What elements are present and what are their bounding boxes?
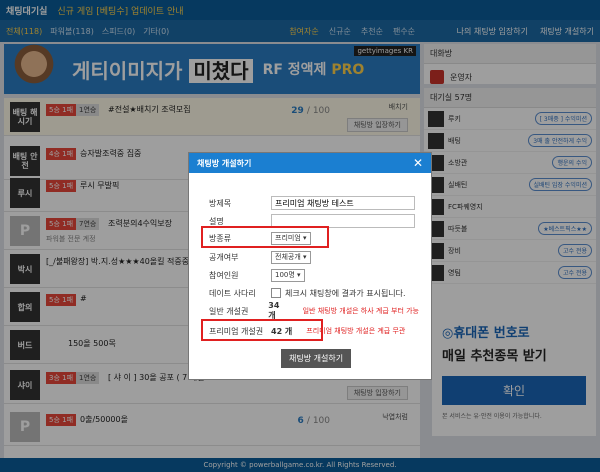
create-room-button[interactable]: 채팅방 개설하기 — [281, 349, 352, 368]
visibility-row: 공개여부 전체공개 ▾ — [209, 249, 419, 265]
normal-ticket-label: 일반 개설권 — [209, 306, 249, 316]
max-users-row: 참여인원 100명 ▾ — [209, 267, 419, 283]
visibility-label: 공개여부 — [209, 252, 239, 262]
dialog-header: 채팅방 개설하기 ✕ — [189, 153, 431, 173]
create-room-dialog: 채팅방 개설하기 ✕ 방제목 설명 방종류 프리미엄 ▾ 공개여부 전체공개 ▾… — [188, 152, 432, 380]
room-name-input[interactable] — [271, 196, 415, 210]
visibility-select[interactable]: 전체공개 ▾ — [271, 250, 311, 264]
normal-ticket-row: 일반 개설권 34 개 일반 채팅방 개설은 하사 계급 부터 가능 — [209, 301, 419, 320]
normal-ticket-warning: 일반 채팅방 개설은 하사 계급 부터 가능 — [302, 307, 419, 315]
dialog-title: 채팅방 개설하기 — [197, 158, 252, 168]
max-users-select[interactable]: 100명 ▾ — [271, 268, 305, 282]
max-users-label: 참여인원 — [209, 270, 239, 280]
ladder-row: 데이트 사다리 체크시 채팅창에 결과가 표시됩니다. — [209, 285, 419, 301]
normal-ticket-count: 34 개 — [268, 301, 280, 320]
room-name-row: 방제목 — [209, 195, 419, 211]
ladder-checkbox[interactable] — [271, 288, 281, 298]
highlight-room-type — [201, 226, 329, 248]
ladder-label: 데이트 사다리 — [209, 288, 256, 298]
highlight-premium-ticket — [201, 319, 323, 341]
ladder-description: 체크시 채팅창에 결과가 표시됩니다. — [285, 288, 406, 298]
description-label: 설명 — [209, 216, 224, 226]
close-icon[interactable]: ✕ — [413, 156, 423, 170]
room-name-label: 방제목 — [209, 198, 232, 208]
